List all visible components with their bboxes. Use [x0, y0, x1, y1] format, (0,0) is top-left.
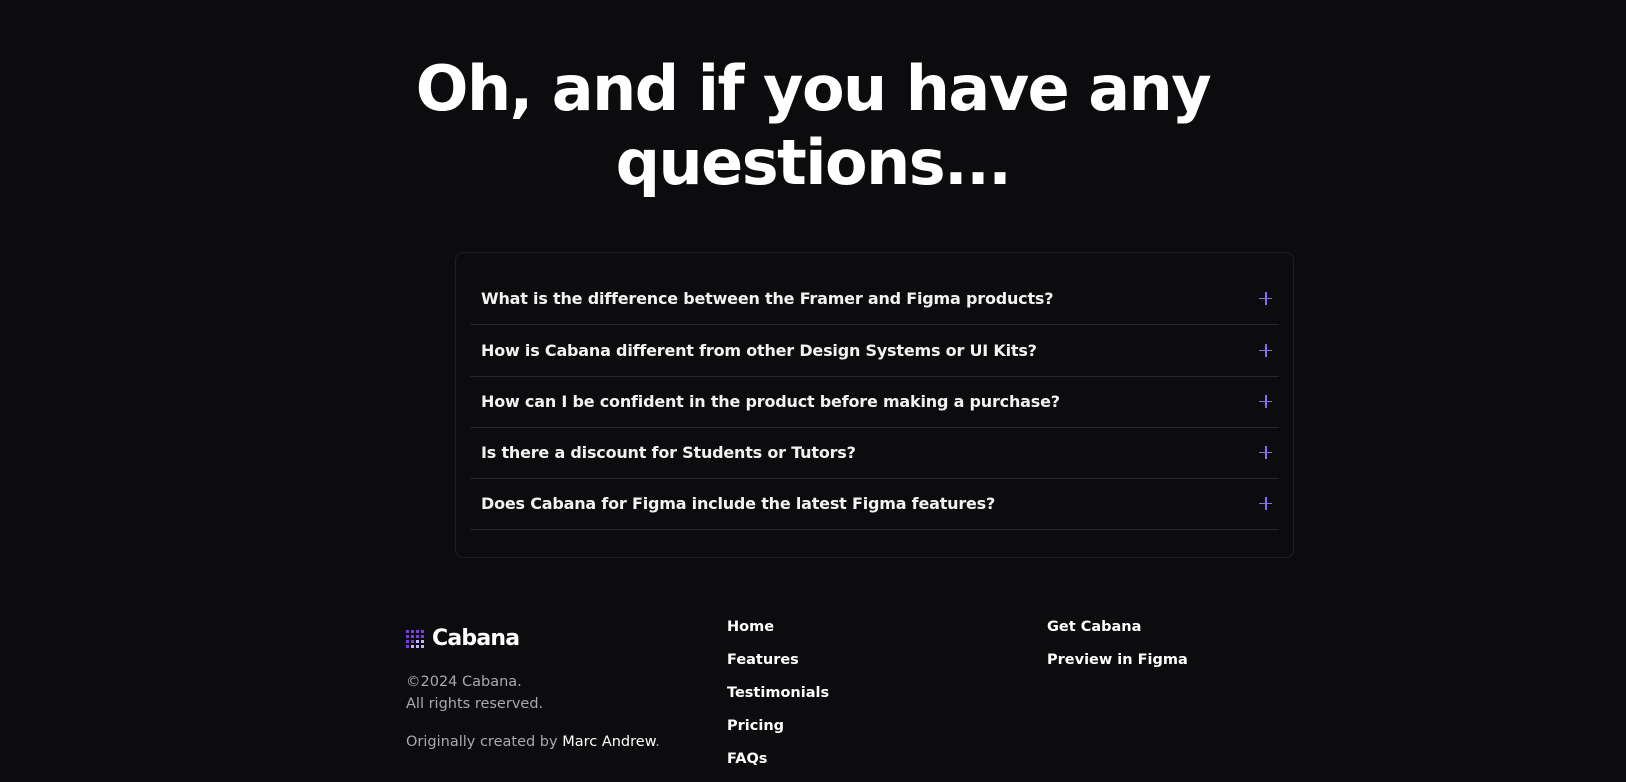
title-line-2: questions... — [615, 126, 1012, 199]
footer-nav: Home Features Testimonials Pricing FAQs — [727, 617, 829, 782]
logo-dots-icon — [406, 629, 424, 648]
footer-logo[interactable]: Cabana — [406, 626, 520, 651]
footer-link-testimonials[interactable]: Testimonials — [727, 683, 829, 716]
footer-link-features[interactable]: Features — [727, 650, 829, 683]
credit: Originally created by Marc Andrew. — [406, 731, 660, 753]
title-line-1: Oh, and if you have any — [415, 52, 1212, 125]
faq-question: How is Cabana different from other Desig… — [481, 341, 1037, 360]
credit-author-link[interactable]: Marc Andrew — [562, 734, 655, 750]
copyright-line: ©2024 Cabana. — [406, 674, 522, 690]
plus-icon[interactable] — [1253, 440, 1279, 466]
faq-item[interactable]: Is there a discount for Students or Tuto… — [470, 427, 1279, 479]
footer-actions: Get Cabana Preview in Figma — [1047, 617, 1188, 683]
plus-icon[interactable] — [1253, 491, 1279, 517]
faq-question: Is there a discount for Students or Tuto… — [481, 443, 856, 462]
page-title: Oh, and if you have any questions... — [0, 52, 1626, 200]
faq-item[interactable]: What is the difference between the Frame… — [470, 273, 1279, 325]
footer-link-faqs[interactable]: FAQs — [727, 749, 829, 782]
faq-question: Does Cabana for Figma include the latest… — [481, 494, 996, 513]
plus-icon[interactable] — [1253, 286, 1279, 312]
brand-name: Cabana — [432, 626, 520, 651]
faq-question: How can I be confident in the product be… — [481, 392, 1060, 411]
plus-icon[interactable] — [1253, 338, 1279, 364]
faq-item[interactable]: Does Cabana for Figma include the latest… — [470, 478, 1279, 530]
faq-item[interactable]: How can I be confident in the product be… — [470, 376, 1279, 428]
preview-in-figma-link[interactable]: Preview in Figma — [1047, 650, 1188, 683]
plus-icon[interactable] — [1253, 389, 1279, 415]
faq-accordion: What is the difference between the Frame… — [455, 252, 1294, 558]
faq-item[interactable]: How is Cabana different from other Desig… — [470, 325, 1279, 377]
faq-question: What is the difference between the Frame… — [481, 289, 1054, 308]
credit-prefix: Originally created by — [406, 734, 563, 750]
rights-line: All rights reserved. — [406, 696, 544, 712]
footer-link-pricing[interactable]: Pricing — [727, 716, 829, 749]
footer-link-home[interactable]: Home — [727, 617, 829, 650]
credit-suffix: . — [655, 734, 660, 750]
copyright: ©2024 Cabana. All rights reserved. — [406, 671, 543, 715]
get-cabana-link[interactable]: Get Cabana — [1047, 617, 1188, 650]
